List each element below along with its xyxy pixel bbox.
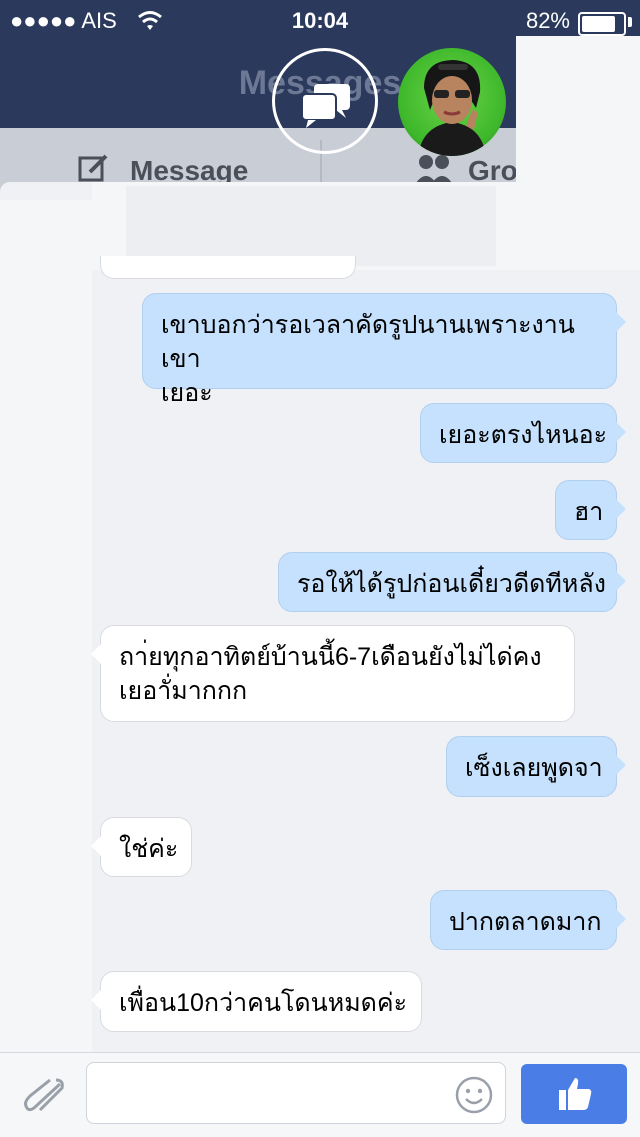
avatar-portrait	[418, 60, 486, 156]
message-bubble-outgoing[interactable]: เยอะตรงไหนอะ	[420, 403, 626, 463]
message-bubble-outgoing[interactable]: เซ็งเลยพูดจา	[446, 736, 626, 797]
bubble-tail	[91, 836, 101, 856]
bubble-tail	[616, 312, 626, 332]
message-input[interactable]	[86, 1062, 506, 1124]
blank-left-column	[0, 200, 92, 1056]
compose-icon[interactable]	[78, 152, 110, 184]
chat-bubbles-icon	[301, 84, 350, 128]
message-bubble-incoming[interactable]: เพื่อน10กว่าคนโดนหมดค่ะ	[91, 971, 422, 1032]
groups-icon[interactable]	[412, 152, 456, 186]
avatar[interactable]	[398, 48, 506, 156]
message-bubble-outgoing[interactable]: ฮา	[555, 480, 626, 540]
message-text: เซ็งเลยพูดจา	[465, 754, 603, 782]
battery-fill	[582, 16, 615, 32]
bubble-tail	[91, 644, 101, 664]
smiley-icon[interactable]	[454, 1075, 494, 1115]
message-bubble-incoming[interactable]: ใช่ค่ะ	[91, 817, 192, 877]
bubble-tail	[616, 755, 626, 775]
bubble-tail	[91, 990, 101, 1010]
message-line: เขาบอกว่ารอเวลาคัดรูปนานเพราะงานเขา	[161, 311, 575, 373]
message-line: เยอาั่มากกก	[119, 677, 248, 705]
blank-right-area	[516, 36, 640, 250]
blank-placeholder-box	[126, 186, 496, 266]
paperclip-icon[interactable]	[22, 1078, 66, 1114]
message-text: รอให้ได้รูปก่อนเดี๋ยวดีดทีหลัง	[297, 570, 606, 598]
message-bubble-outgoing[interactable]: ปากตลาดมาก	[430, 890, 626, 950]
message-text: ใช่ค่ะ	[119, 835, 179, 863]
message-bubble-incoming[interactable]: ถา่ยทุกอาทิตย์บ้านนี้6-7เดือนยังไม่ได่คง…	[91, 625, 575, 722]
message-text: ฮา	[574, 498, 604, 526]
like-button[interactable]	[521, 1064, 627, 1124]
message-text: ปากตลาดมาก	[449, 908, 602, 936]
message-line: ถา่ยทุกอาทิตย์บ้านนี้6-7เดือนยังไม่ได่คง	[119, 643, 542, 671]
chat-panel: เขาบอกว่ารอเวลาคัดรูปนานเพราะงานเขา เยอะ…	[0, 182, 640, 1136]
message-bubble-outgoing[interactable]: เขาบอกว่ารอเวลาคัดรูปนานเพราะงานเขา เยอะ	[142, 293, 626, 407]
previous-message-bubble	[100, 256, 356, 279]
thumbs-up-icon	[559, 1078, 592, 1110]
bubble-tail	[616, 422, 626, 442]
bubble-tail	[616, 571, 626, 591]
battery-percentage: 82%	[525, 8, 570, 33]
message-text: เยอะตรงไหนอะ	[439, 421, 608, 449]
battery-nub	[628, 17, 632, 27]
message-bubble-outgoing[interactable]: รอให้ได้รูปก่อนเดี๋ยวดีดทีหลัง	[278, 552, 626, 612]
bubble-tail	[616, 499, 626, 519]
bubble-tail	[616, 909, 626, 929]
message-text: เพื่อน10กว่าคนโดนหมดค่ะ	[119, 989, 408, 1017]
battery-icon	[578, 12, 626, 36]
